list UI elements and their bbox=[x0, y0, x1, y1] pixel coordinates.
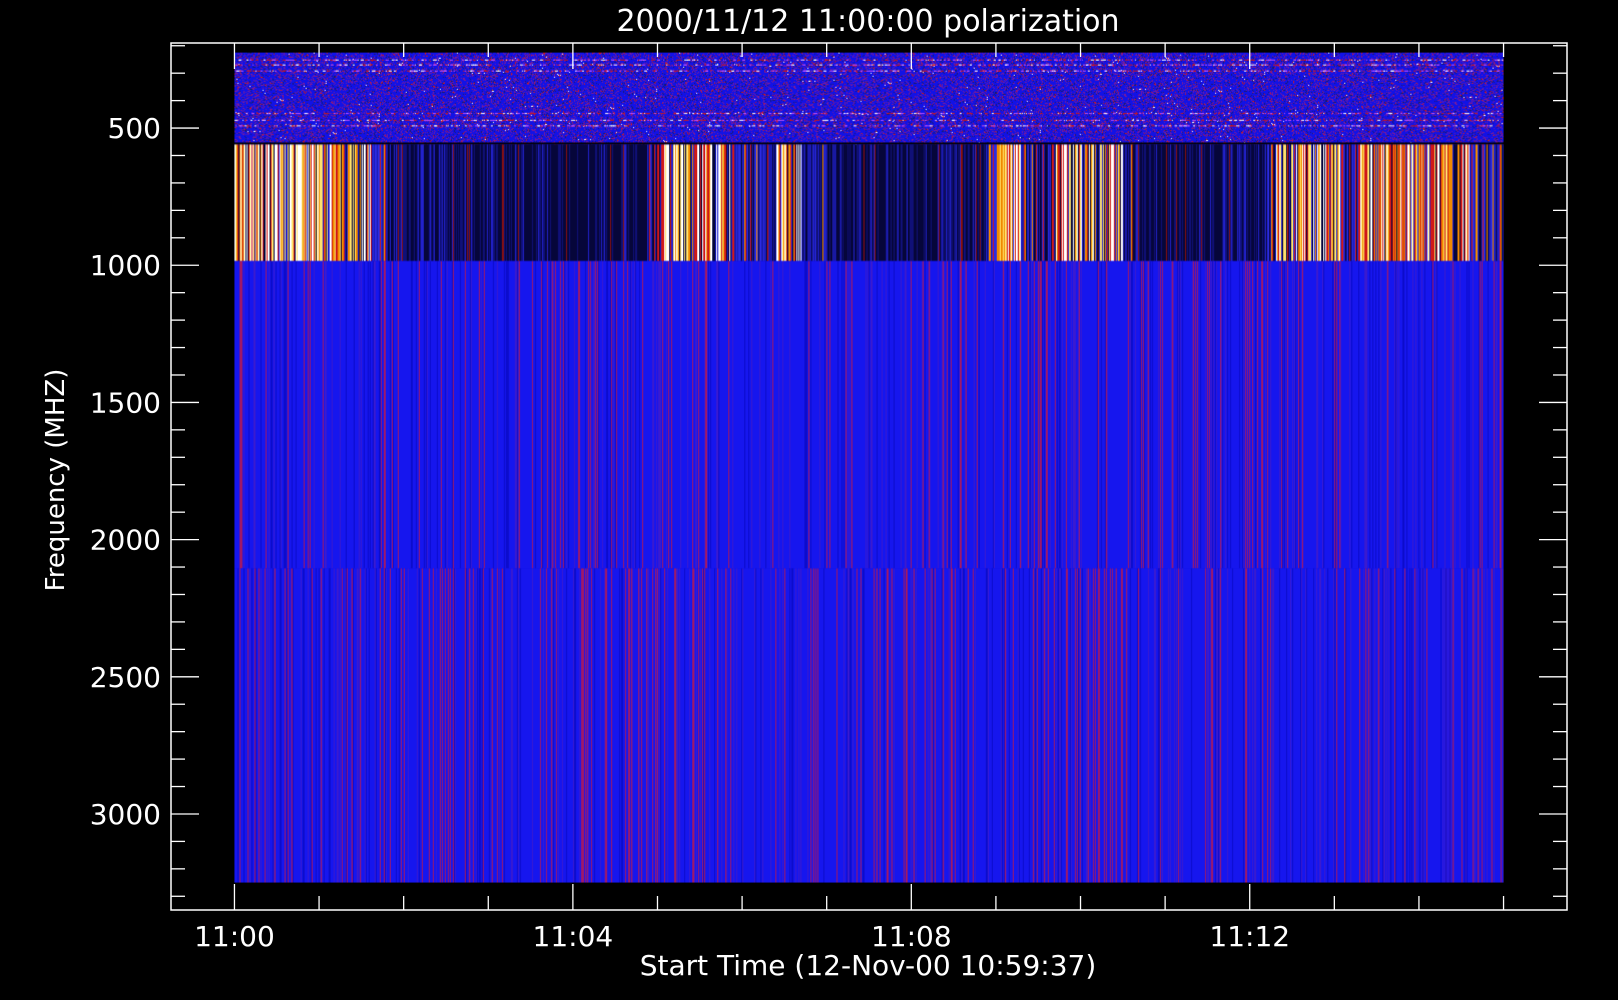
x-tick-label: 11:12 bbox=[1209, 920, 1290, 953]
y-tick-label: 3000 bbox=[90, 798, 161, 831]
x-tick-label: 11:04 bbox=[533, 920, 614, 953]
heatmap-image bbox=[234, 52, 1504, 883]
y-tick-label: 500 bbox=[108, 112, 161, 145]
y-axis-label: Frequency (MHZ) bbox=[41, 369, 71, 592]
y-tick-label: 1000 bbox=[90, 249, 161, 282]
x-axis-label: Start Time (12-Nov-00 10:59:37) bbox=[640, 949, 1097, 982]
y-tick-label: 2500 bbox=[90, 661, 161, 694]
y-tick-label: 1500 bbox=[90, 386, 161, 419]
chart-title: 2000/11/12 11:00:00 polarization bbox=[616, 4, 1119, 39]
spectrogram-figure: 2000/11/12 11:00:00 polarization 11:00 11… bbox=[0, 0, 1618, 1000]
x-tick-label: 11:00 bbox=[194, 920, 275, 953]
y-tick-label: 2000 bbox=[90, 524, 161, 557]
